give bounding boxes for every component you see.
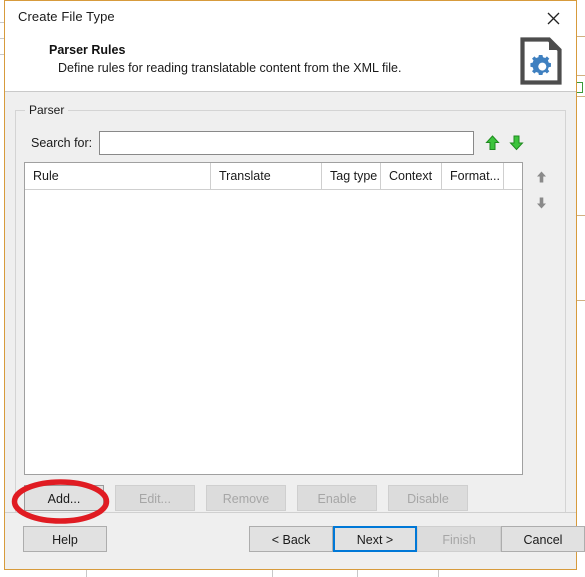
help-button[interactable]: Help [23,526,107,552]
disable-button: Disable [388,485,468,511]
table-body-empty[interactable] [25,190,522,474]
next-button[interactable]: Next > [333,526,417,552]
search-label: Search for: [31,136,93,150]
remove-button: Remove [206,485,286,511]
file-gear-icon [520,37,562,85]
cancel-button[interactable]: Cancel [501,526,585,552]
background-right-divider [576,75,585,76]
dialog-title: Create File Type [18,9,115,24]
dialog-body: Parser Search for: Rule Translate Tag ty… [5,92,576,528]
parser-rules-table: Rule Translate Tag type Context Format..… [24,162,523,475]
table-header-row: Rule Translate Tag type Context Format..… [25,163,522,190]
page-heading: Parser Rules [49,43,126,57]
column-header-context[interactable]: Context [381,163,442,189]
background-right-divider [576,215,585,216]
finish-button: Finish [417,526,501,552]
page-subtitle: Define rules for reading translatable co… [58,61,402,75]
column-header-spacer[interactable] [504,163,522,189]
column-header-tag-type[interactable]: Tag type [322,163,381,189]
arrow-down-green-icon[interactable] [504,131,528,155]
reorder-controls [525,162,558,475]
arrow-up-green-icon[interactable] [480,131,504,155]
parser-group: Parser Search for: Rule Translate Tag ty… [15,103,566,528]
background-right-divider [576,36,585,37]
add-button[interactable]: Add... [24,485,104,511]
close-icon[interactable] [540,7,566,29]
edit-button: Edit... [115,485,195,511]
parser-group-legend: Parser [25,103,69,117]
dialog-footer: Help < Back Next > Finish Cancel [5,512,585,569]
arrow-down-gray-icon[interactable] [530,192,552,214]
back-button[interactable]: < Back [249,526,333,552]
arrow-up-gray-icon[interactable] [530,166,552,188]
column-header-rule[interactable]: Rule [25,163,211,189]
background-right-divider [576,300,585,301]
column-header-format[interactable]: Format... [442,163,504,189]
background-right-divider [576,96,585,97]
enable-button: Enable [297,485,377,511]
search-input[interactable] [99,131,474,155]
dialog-header: Create File Type Parser Rules Define rul… [5,1,576,92]
column-header-translate[interactable]: Translate [211,163,322,189]
create-file-type-dialog: Create File Type Parser Rules Define rul… [4,0,585,570]
